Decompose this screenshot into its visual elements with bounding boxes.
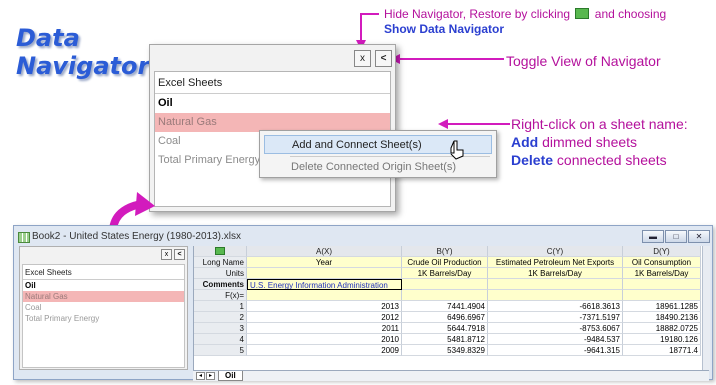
hide-callout-suffix: and choosing <box>594 7 667 21</box>
table-cell[interactable]: 7441.4904 <box>402 301 488 312</box>
row-number[interactable]: 5 <box>194 345 247 356</box>
table-cell[interactable]: 5349.8329 <box>402 345 488 356</box>
minimize-button[interactable]: ▬ <box>642 230 664 243</box>
mini-sheet-oil[interactable]: Oil <box>23 280 184 291</box>
table-cell[interactable]: 2012 <box>247 312 402 323</box>
row-label-fx: F(x)= <box>194 290 247 301</box>
fx-c[interactable] <box>488 290 623 301</box>
tab-scroll-right-icon[interactable]: ▸ <box>206 372 215 380</box>
delete-rest: connected sheets <box>553 152 667 168</box>
page-title: Data Navigator <box>16 24 156 80</box>
long-name-a[interactable]: Year <box>247 257 402 268</box>
col-header-c[interactable]: C(Y) <box>488 246 623 257</box>
comments-b[interactable] <box>402 279 488 290</box>
units-d[interactable]: 1K Barrels/Day <box>623 268 701 279</box>
comments-c[interactable] <box>488 279 623 290</box>
table-cell[interactable]: 2011 <box>247 323 402 334</box>
rightclick-line1: Right-click on a sheet name: <box>511 116 688 132</box>
mini-sheet-total[interactable]: Total Primary Energy <box>23 313 184 324</box>
table-cell[interactable]: 18490.2136 <box>623 312 701 323</box>
worksheet-grid[interactable]: A(X) B(Y) C(Y) D(Y) Long Name Year Crude… <box>193 246 709 370</box>
hide-callout-prefix: Hide Navigator, Restore by clicking <box>384 7 571 21</box>
sheet-list-header: Excel Sheets <box>155 72 390 94</box>
fx-d[interactable] <box>623 290 701 301</box>
table-cell[interactable]: -9484.537 <box>488 334 623 345</box>
sheet-item-oil[interactable]: Oil <box>155 94 390 113</box>
comments-d[interactable] <box>623 279 701 290</box>
col-header-d[interactable]: D(Y) <box>623 246 701 257</box>
units-a[interactable] <box>247 268 402 279</box>
col-header-a[interactable]: A(X) <box>247 246 402 257</box>
monitor-icon <box>575 8 590 19</box>
title-line-1: Data <box>16 24 80 52</box>
row-number[interactable]: 4 <box>194 334 247 345</box>
row-number[interactable]: 2 <box>194 312 247 323</box>
mini-sheet-natural-gas[interactable]: Natural Gas <box>23 291 184 302</box>
delete-bold: Delete <box>511 152 554 168</box>
add-bold: Add <box>511 134 539 150</box>
rightclick-callout: Right-click on a sheet name: Add dimmed … <box>511 115 716 169</box>
row-label-units: Units <box>194 268 247 279</box>
table-cell[interactable]: 5481.8712 <box>402 334 488 345</box>
table-cell[interactable]: 18961.1285 <box>623 301 701 312</box>
mini-collapse-button[interactable]: < <box>174 249 185 260</box>
mini-close-button[interactable]: x <box>161 249 172 260</box>
mini-sheet-coal[interactable]: Coal <box>23 302 184 313</box>
fx-b[interactable] <box>402 290 488 301</box>
table-cell[interactable]: 2010 <box>247 334 402 345</box>
row-number[interactable]: 1 <box>194 301 247 312</box>
table-cell[interactable]: 2009 <box>247 345 402 356</box>
mouse-cursor-icon <box>450 140 464 160</box>
table-cell[interactable]: 6496.6967 <box>402 312 488 323</box>
row-label-comments: Comments <box>194 279 247 290</box>
long-name-d[interactable]: Oil Consumption <box>623 257 701 268</box>
toggle-callout-arrow <box>390 54 504 64</box>
table-cell[interactable]: -8753.6067 <box>488 323 623 334</box>
table-cell[interactable]: -6618.3613 <box>488 301 623 312</box>
table-cell[interactable]: -7371.5197 <box>488 312 623 323</box>
rightclick-callout-arrow <box>438 119 510 129</box>
maximize-button[interactable]: □ <box>665 230 687 243</box>
table-cell[interactable]: 2013 <box>247 301 402 312</box>
sheet-tab-oil[interactable]: Oil <box>218 371 243 381</box>
close-window-button[interactable]: ✕ <box>688 230 710 243</box>
workbook-title: Book2 - United States Energy (1980-2013)… <box>18 231 241 243</box>
long-name-b[interactable]: Crude Oil Production <box>402 257 488 268</box>
collapse-navigator-button[interactable]: < <box>375 50 392 67</box>
comments-a[interactable]: U.S. Energy Information Administration <box>247 279 402 290</box>
navigator-icon <box>215 247 225 255</box>
corner-cell[interactable] <box>194 246 247 257</box>
row-label-long-name: Long Name <box>194 257 247 268</box>
tab-scroll-left-icon[interactable]: ◂ <box>196 372 205 380</box>
mini-sheet-list: Excel Sheets Oil Natural Gas Coal Total … <box>22 264 185 368</box>
toggle-callout: Toggle View of Navigator <box>506 53 661 69</box>
mini-sheet-header: Excel Sheets <box>23 265 184 280</box>
close-navigator-button[interactable]: x <box>354 50 371 67</box>
table-cell[interactable]: 18882.0725 <box>623 323 701 334</box>
hide-callout-line2: Show Data Navigator <box>384 22 505 36</box>
row-number[interactable]: 3 <box>194 323 247 334</box>
units-c[interactable]: 1K Barrels/Day <box>488 268 623 279</box>
add-rest: dimmed sheets <box>538 134 638 150</box>
fx-a[interactable] <box>247 290 402 301</box>
data-navigator-panel: x < Excel Sheets Oil Natural Gas Coal To… <box>149 44 396 212</box>
long-name-c[interactable]: Estimated Petroleum Net Exports <box>488 257 623 268</box>
vertical-scrollbar[interactable] <box>702 246 710 370</box>
col-header-b[interactable]: B(Y) <box>402 246 488 257</box>
table-cell[interactable]: 18771.4 <box>623 345 701 356</box>
table-cell[interactable]: -9641.315 <box>488 345 623 356</box>
workbook-window: Book2 - United States Energy (1980-2013)… <box>13 225 713 381</box>
table-cell[interactable]: 5644.7918 <box>402 323 488 334</box>
delete-connected-menu-item[interactable]: Delete Connected Origin Sheet(s) <box>264 158 492 177</box>
hide-navigator-callout: Hide Navigator, Restore by clicking and … <box>384 7 714 37</box>
table-cell[interactable]: 19180.126 <box>623 334 701 345</box>
sheet-tab-bar: ◂ ▸ Oil <box>193 370 709 381</box>
title-line-2: Navigator <box>16 52 150 80</box>
mini-navigator-panel: x < Excel Sheets Oil Natural Gas Coal To… <box>19 246 188 370</box>
units-b[interactable]: 1K Barrels/Day <box>402 268 488 279</box>
